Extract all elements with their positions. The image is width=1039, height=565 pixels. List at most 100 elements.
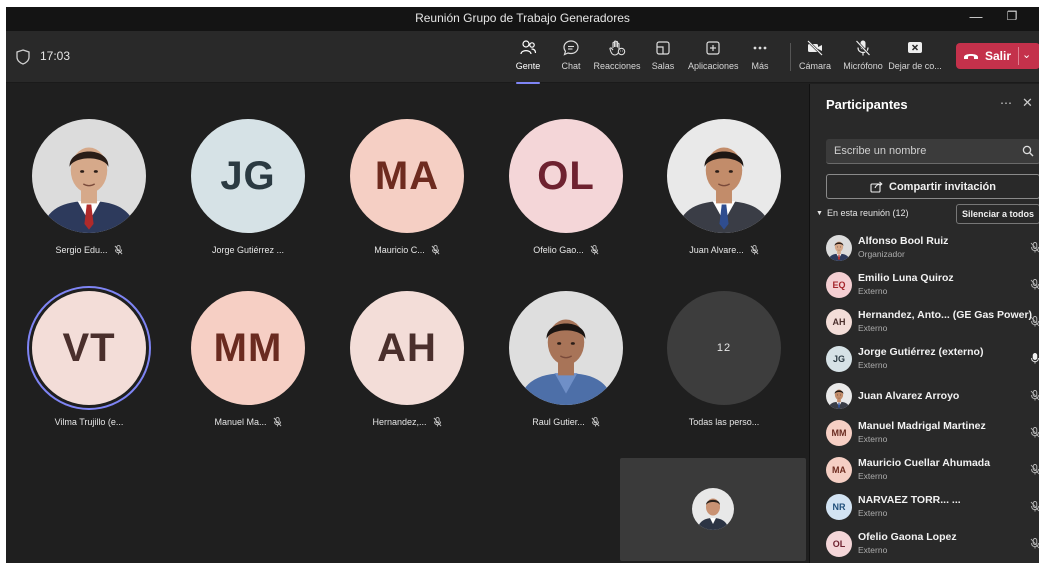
reactions-button[interactable]: Reacciones — [593, 39, 641, 71]
mic-off-icon[interactable] — [1030, 464, 1039, 475]
chat-button[interactable]: Chat — [547, 39, 595, 71]
participant-row[interactable]: Juan Alvarez Arroyo — [826, 378, 1039, 414]
apps-button[interactable]: Aplicaciones — [688, 39, 739, 71]
avatar-initials: AH — [350, 291, 464, 405]
participant-search-input[interactable] — [826, 139, 1039, 164]
meeting-toolbar: 17:03 Gente Chat Reacciones Salas Aplica… — [6, 31, 1039, 84]
participant-name: Hernandez,... — [372, 417, 427, 427]
participant-role: Externo — [858, 360, 888, 370]
leave-label: Salir — [984, 49, 1011, 63]
participant-name: Vilma Trujillo (e... — [54, 417, 124, 427]
leave-button[interactable]: Salir — [956, 43, 1018, 69]
participant-role: Externo — [858, 471, 888, 481]
participant-tile[interactable]: JG Jorge Gutiérrez ... — [178, 119, 318, 255]
participant-name: Ofelio Gao... — [533, 245, 584, 255]
chevron-down-icon[interactable]: ⌄ — [1022, 48, 1031, 61]
mic-icon[interactable] — [1030, 353, 1039, 364]
shield-icon — [16, 49, 30, 65]
avatar: AH — [826, 309, 852, 335]
minimize-icon[interactable]: — — [966, 9, 986, 24]
close-icon[interactable]: ✕ — [1022, 95, 1033, 111]
more-label: Más — [751, 61, 769, 71]
avatar: MA — [826, 457, 852, 483]
participant-row[interactable]: AH Hernandez, Anto... (GE Gas Power) Exter… — [826, 304, 1039, 340]
participant-name: Juan Alvare... — [689, 245, 744, 255]
participant-tile[interactable]: Raul Gutier... — [496, 291, 636, 427]
mute-all-button[interactable]: Silenciar a todos — [956, 204, 1039, 224]
avatar-initials: VT — [32, 291, 146, 405]
participant-row[interactable]: MM Manuel Madrigal Martinez Externo — [826, 415, 1039, 451]
participant-row[interactable]: OL Ofelio Gaona Lopez Externo — [826, 526, 1039, 562]
participant-role: Externo — [858, 323, 888, 333]
camera-button[interactable]: Cámara — [793, 39, 837, 71]
participant-tile[interactable]: AH Hernandez,... — [337, 291, 477, 427]
participant-tile[interactable]: MA Mauricio C... — [337, 119, 477, 255]
more-button[interactable]: Más — [737, 39, 783, 71]
mic-off-icon[interactable] — [1030, 390, 1039, 401]
participant-row[interactable]: EQ Emilio Luna Quiroz Externo — [826, 267, 1039, 303]
stop-sharing-button[interactable]: Dejar de co... — [888, 39, 942, 71]
stop-sharing-label: Dejar de co... — [888, 61, 942, 71]
in-meeting-label: En esta reunión (12) — [826, 208, 909, 218]
participant-tile[interactable]: Sergio Edu... — [19, 119, 159, 255]
participant-row[interactable]: NR NARVAEZ TORR... ... Externo — [826, 489, 1039, 525]
apps-icon — [706, 41, 720, 55]
teams-meeting-window: Reunión Grupo de Trabajo Generadores — ❐… — [6, 7, 1039, 563]
tile-name-row: Raul Gutier... — [496, 417, 636, 427]
tile-name-row: Mauricio C... — [337, 245, 477, 255]
people-button[interactable]: Gente — [504, 39, 552, 84]
participant-name: Hernandez, Anto... (GE Gas Power) — [858, 309, 1033, 321]
participant-tile[interactable]: MM Manuel Ma... — [178, 291, 318, 427]
maximize-icon[interactable]: ❐ — [1002, 9, 1022, 23]
share-invite-label: Compartir invitación — [889, 180, 996, 193]
avatar: NR — [826, 494, 852, 520]
avatar-initials: MA — [350, 119, 464, 233]
participant-row[interactable]: MA Mauricio Cuellar Ahumada Externo — [826, 452, 1039, 488]
participant-name: Manuel Madrigal Martinez — [858, 420, 986, 432]
mic-off-icon — [591, 417, 600, 427]
apps-label: Aplicaciones — [688, 61, 739, 71]
tile-name-row: Ofelio Gao... — [496, 245, 636, 255]
participant-tile[interactable]: OL Ofelio Gao... — [496, 119, 636, 255]
title-bar: Reunión Grupo de Trabajo Generadores — ❐ — [6, 7, 1039, 31]
overflow-tile[interactable]: 12 Todas las perso... — [654, 291, 794, 427]
tile-name-row: Juan Alvare... — [654, 245, 794, 255]
participant-tile[interactable]: VT Vilma Trujillo (e... — [19, 291, 159, 427]
participant-photo — [32, 119, 146, 233]
participant-name: Emilio Luna Quiroz — [858, 272, 954, 284]
rooms-button[interactable]: Salas — [639, 39, 687, 71]
window-title: Reunión Grupo de Trabajo Generadores — [415, 11, 630, 25]
mic-off-icon — [433, 417, 441, 427]
microphone-label: Micrófono — [843, 61, 883, 71]
mic-off-icon[interactable] — [1030, 501, 1039, 512]
mic-off-icon — [431, 245, 440, 255]
avatar-initials: JG — [191, 119, 305, 233]
mic-off-icon — [273, 417, 281, 427]
participant-row[interactable]: JG Jorge Gutiérrez (externo) Externo — [826, 341, 1039, 377]
participant-photo — [667, 119, 781, 233]
mic-off-icon — [114, 245, 122, 255]
more-icon[interactable]: ⋯ — [1000, 96, 1012, 110]
leave-button-group: Salir ⌄ — [956, 43, 1039, 69]
avatar — [826, 383, 852, 409]
mic-off-icon[interactable] — [1030, 279, 1039, 290]
participant-name: Jorge Gutiérrez ... — [211, 245, 285, 255]
in-meeting-section-toggle[interactable]: ▼ En esta reunión (12) — [816, 208, 909, 218]
participant-row[interactable]: Alfonso Bool Ruiz Organizador — [826, 230, 1039, 266]
mic-off-icon[interactable] — [1030, 242, 1039, 253]
participant-name: Raul Gutier... — [532, 417, 585, 427]
participant-name: Alfonso Bool Ruiz — [858, 235, 949, 247]
self-avatar — [692, 488, 734, 530]
camera-label: Cámara — [798, 61, 831, 71]
share-icon — [870, 181, 883, 193]
tile-name-row: Vilma Trujillo (e... — [19, 417, 159, 427]
mic-off-icon[interactable] — [1030, 538, 1039, 549]
search-icon[interactable] — [1022, 145, 1034, 157]
microphone-button[interactable]: Micrófono — [839, 39, 887, 71]
share-invite-button[interactable]: Compartir invitación — [826, 174, 1039, 199]
participant-tile[interactable]: Juan Alvare... — [654, 119, 794, 255]
tile-name-row: Hernandez,... — [337, 417, 477, 427]
mic-off-icon[interactable] — [1030, 427, 1039, 438]
hang-up-icon — [963, 54, 978, 59]
mic-off-icon[interactable] — [1030, 316, 1039, 327]
